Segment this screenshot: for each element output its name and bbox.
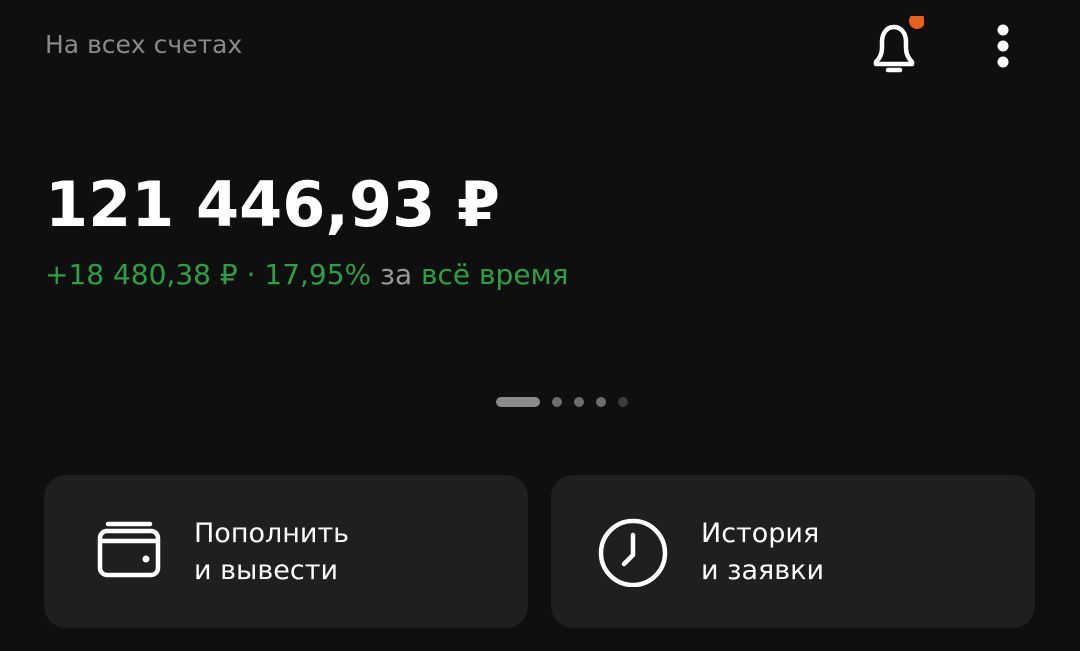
more-options-button[interactable] xyxy=(986,20,1020,74)
change-amount: +18 480,38 ₽ xyxy=(45,258,238,291)
portfolio-screen: На всех счетах 121 446,93 ₽ +18 480,38 ₽… xyxy=(0,0,1080,651)
period-selector[interactable]: всё время xyxy=(421,258,569,291)
carousel-pager[interactable] xyxy=(496,397,640,407)
pager-dot[interactable] xyxy=(574,397,584,407)
pager-dot[interactable] xyxy=(596,397,606,407)
wallet-icon xyxy=(97,521,161,578)
label-line: История xyxy=(701,518,820,549)
pager-dot[interactable] xyxy=(552,397,562,407)
balance-change[interactable]: +18 480,38 ₽ · 17,95% за всё время xyxy=(45,258,569,291)
label-line: Пополнить xyxy=(194,518,350,549)
clock-icon xyxy=(598,518,668,587)
change-separator: · xyxy=(237,258,265,291)
deposit-withdraw-label: Пополнить и вывести xyxy=(194,515,349,589)
label-line: и заявки xyxy=(701,555,825,586)
history-requests-label: История и заявки xyxy=(701,515,824,589)
history-requests-button[interactable]: История и заявки xyxy=(551,475,1035,628)
account-filter-label[interactable]: На всех счетах xyxy=(45,30,242,59)
change-percent: 17,95% xyxy=(264,258,372,291)
label-line: и вывести xyxy=(194,555,339,586)
deposit-withdraw-button[interactable]: Пополнить и вывести xyxy=(44,475,528,628)
more-vertical-icon xyxy=(997,24,1009,68)
notifications-button[interactable] xyxy=(864,13,925,80)
notification-badge xyxy=(909,13,925,29)
pager-dot[interactable] xyxy=(496,397,540,407)
period-prefix: за xyxy=(371,258,422,291)
total-balance: 121 446,93 ₽ xyxy=(45,168,500,241)
pager-dot[interactable] xyxy=(618,397,628,407)
bell-icon xyxy=(873,13,925,73)
